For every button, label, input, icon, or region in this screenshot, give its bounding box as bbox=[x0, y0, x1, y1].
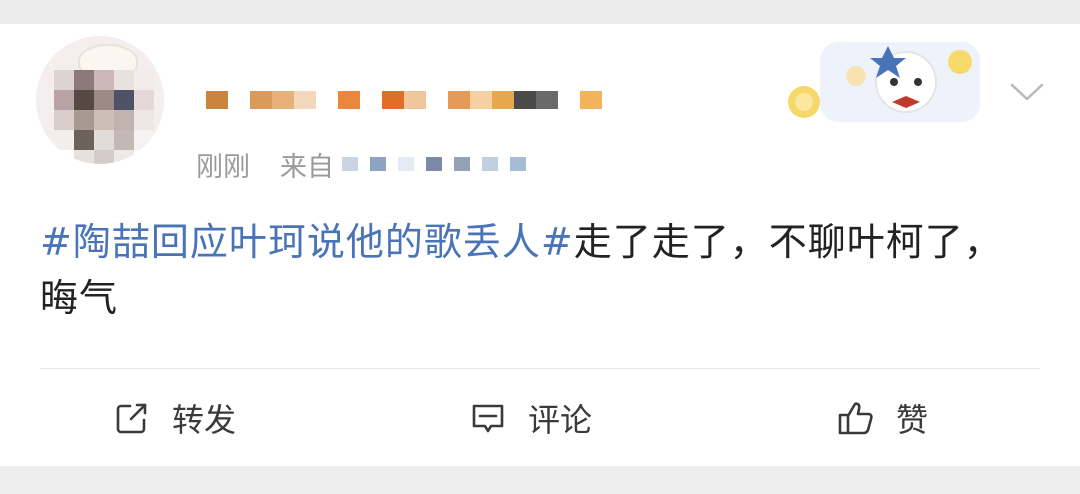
repost-label: 转发 bbox=[172, 401, 237, 439]
post-card: 刚刚 来自 #陶喆回应叶珂说他的歌丢人#走了走了，不聊叶柯了，晦气 转发 评论 … bbox=[0, 24, 1080, 466]
thumbs-up-icon bbox=[838, 402, 873, 435]
decorative-badge bbox=[780, 36, 990, 128]
share-box-icon bbox=[116, 403, 147, 434]
post-source-pixelated[interactable] bbox=[342, 157, 526, 171]
post-meta: 刚刚 来自 bbox=[196, 146, 526, 183]
post-actions: 转发 评论 赞 bbox=[0, 388, 1080, 448]
hashtag-link[interactable]: #陶喆回应叶珂说他的歌丢人# bbox=[40, 220, 574, 264]
top-separator bbox=[0, 0, 1080, 24]
bottom-separator bbox=[0, 466, 1080, 494]
post-source-label: 来自 bbox=[280, 151, 334, 183]
like-label: 赞 bbox=[896, 401, 929, 439]
post-body: #陶喆回应叶珂说他的歌丢人#走了走了，不聊叶柯了，晦气 bbox=[40, 214, 1040, 326]
comment-button[interactable]: 评论 bbox=[468, 388, 592, 448]
chevron-down-icon[interactable] bbox=[1010, 82, 1044, 102]
avatar-pixelated bbox=[54, 70, 154, 164]
comment-bubble-icon bbox=[472, 404, 504, 433]
avatar[interactable] bbox=[36, 36, 164, 164]
username-pixelated[interactable] bbox=[206, 80, 602, 120]
like-button[interactable]: 赞 bbox=[836, 388, 928, 448]
comment-label: 评论 bbox=[528, 401, 593, 439]
post-time: 刚刚 bbox=[196, 151, 250, 183]
repost-button[interactable]: 转发 bbox=[112, 388, 236, 448]
actions-divider bbox=[40, 368, 1040, 369]
